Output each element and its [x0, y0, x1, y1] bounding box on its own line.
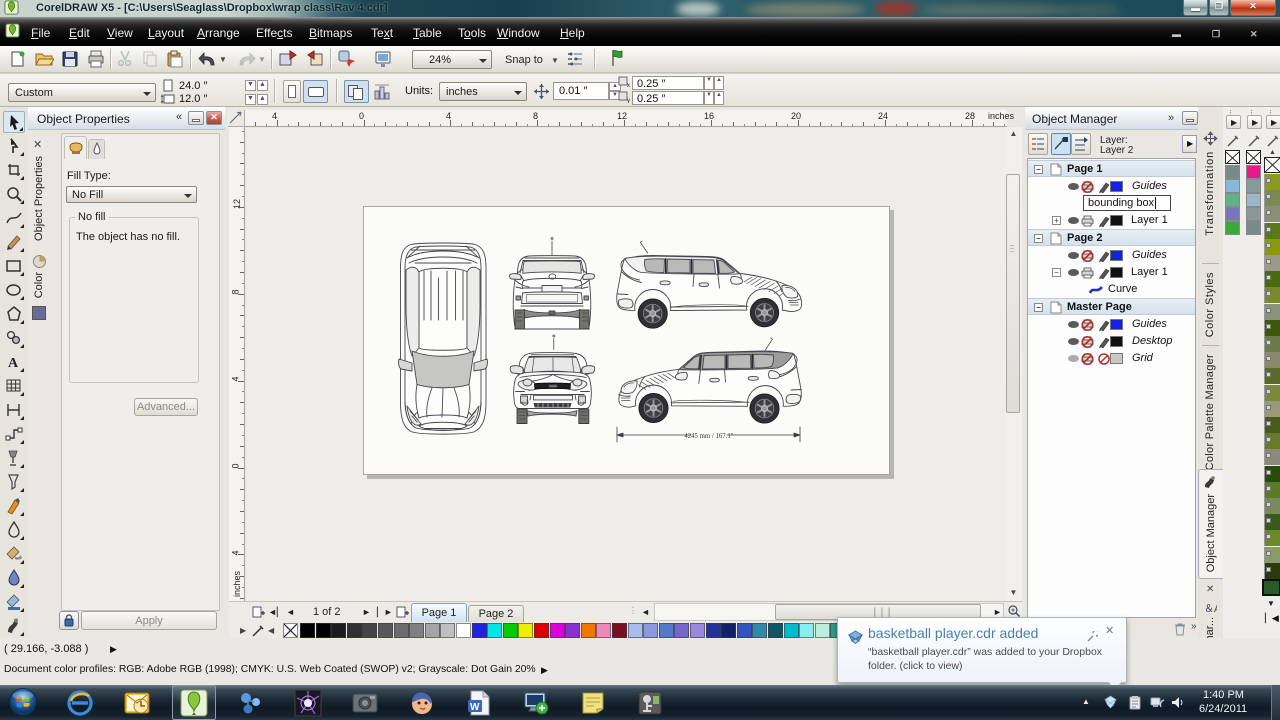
svg-text:y: y: [627, 98, 630, 103]
svg-text:x: x: [627, 83, 630, 88]
svg-text:4245 mm / 167.1″: 4245 mm / 167.1″: [684, 433, 733, 440]
svg-text:A: A: [8, 356, 19, 371]
svg-text:＆A: ＆A: [1204, 604, 1217, 615]
svg-text:W: W: [470, 702, 480, 713]
